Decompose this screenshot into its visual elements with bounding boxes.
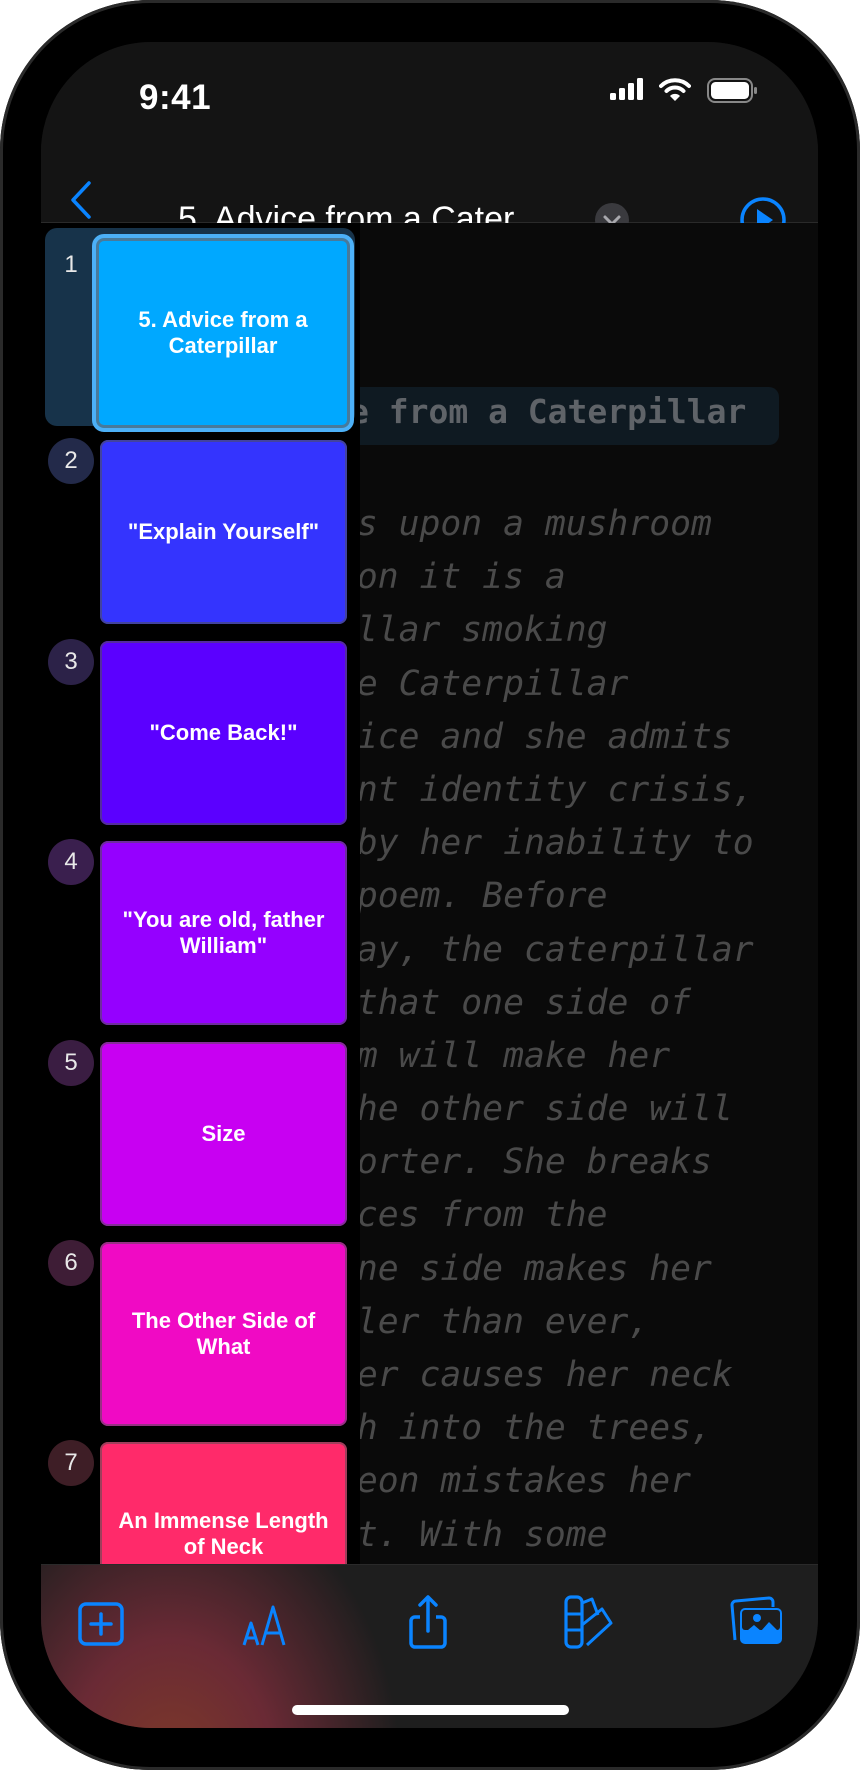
scene-row[interactable]: 5 Size [41,1039,360,1242]
body-text-line: ces from the [336,1195,608,1236]
scene-number: 2 [48,438,94,485]
scene-card[interactable]: 5. Advice from a Caterpillar [92,234,354,432]
body-text-line: One side makes her [336,1248,712,1289]
body-text-line: illar smoking [336,610,608,651]
body-text-line: poem. Before [336,876,608,917]
body-text-line: ler than ever, [336,1301,650,1342]
scene-card[interactable]: Size [100,1041,347,1226]
phone-frame: 9:41 5. Advice from a Cater... e from a … [0,0,860,1770]
body-text-line: lice and she admits [336,716,733,757]
scene-sidebar: 1 5. Advice from a Caterpillar 2 "Explain Y… [41,223,360,1606]
body-text-line: m will make her [336,1035,671,1076]
scene-number: 7 [48,1440,94,1487]
scene-row[interactable]: 3 "Come Back!" [41,638,360,841]
palette-swatch-icon[interactable] [557,1595,617,1651]
scene-card-title: An Immense Length of Neck [118,1508,329,1560]
body-text-line: s upon a mushroom [336,504,712,544]
nav-bar: 5. Advice from a Cater... [41,142,818,243]
scene-card-title: The Other Side of What [131,1308,316,1359]
status-time: 9:41 [139,78,212,117]
scene-row[interactable]: 1 5. Advice from a Caterpillar [41,234,360,440]
scene-card-title: 5. Advice from a Caterpillar [138,307,308,358]
body-text-line: er causes her neck [336,1355,733,1395]
scene-card[interactable]: "Come Back!" [100,640,347,825]
body-text-line: nt. With some [336,1514,608,1555]
back-button[interactable] [69,181,95,219]
scene-number: 5 [48,1039,94,1086]
body-text-line: h into the trees, [336,1408,712,1449]
body-text-line: by her inability to [336,823,754,864]
scene-card-title: "Come Back!" [149,719,298,745]
screen: 9:41 5. Advice from a Cater... e from a … [41,42,818,1728]
scene-card-title: "You are old, father William" [122,907,325,959]
body-text-line: the other side will [336,1089,733,1130]
scene-card-title: Size [201,1120,246,1146]
scene-row[interactable]: 4 "You are old, father William" [41,839,360,1041]
body-text-line: ent identity crisis, [336,769,754,810]
home-indicator[interactable] [292,1705,569,1715]
wifi-icon [659,78,691,101]
bottom-toolbar [41,1564,818,1728]
scene-number: 4 [48,839,94,886]
share-icon[interactable] [398,1595,458,1651]
scene-row[interactable]: 6 The Other Side of What [41,1240,360,1442]
body-text-line: on it is a [336,557,566,598]
body-text-line: orter. She breaks [336,1142,712,1183]
body-text-line: eon mistakes her [336,1461,692,1502]
photos-icon[interactable] [727,1595,787,1651]
scene-row[interactable]: 2 "Explain Yourself" [41,438,360,640]
scene-card[interactable]: "You are old, father William" [100,841,347,1026]
scene-card[interactable]: The Other Side of What [100,1242,347,1426]
scene-number: 6 [48,1240,94,1286]
body-text-line: that one side of [336,982,692,1023]
scene-card-title: "Explain Yourself" [127,519,320,545]
scene-number: 1 [64,251,78,278]
signal-icon [610,78,643,100]
battery-icon [707,78,757,103]
body-text-line: way, the caterpillar [336,929,754,970]
editor-area[interactable]: e from a Caterpillar s upon a mushroom o… [41,223,818,1606]
chapter-heading[interactable]: e from a Caterpillar [349,392,746,431]
scene-card[interactable]: "Explain Yourself" [100,440,347,625]
scene-number: 3 [48,638,94,685]
chapter-body-text[interactable]: s upon a mushroom on it is a illar smokin… [336,498,754,1606]
body-text-line: he Caterpillar [336,663,629,704]
add-square-icon[interactable] [71,1595,131,1651]
text-size-icon[interactable] [237,1595,297,1651]
